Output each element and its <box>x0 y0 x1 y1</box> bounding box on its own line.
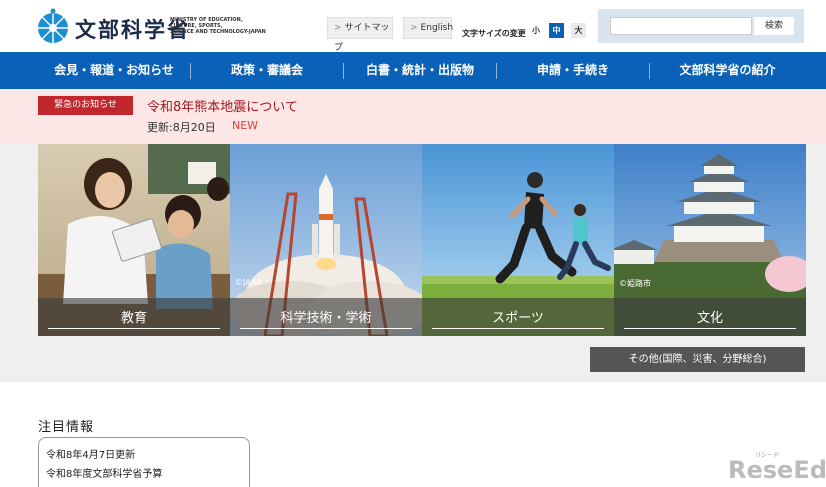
emergency-updated: 更新:8月20日 <box>147 121 216 134</box>
emergency-notice: 緊急のお知らせ 令和8年熊本地震について 更新:8月20日 NEW <box>0 89 826 144</box>
tile-caption: 科学技術・学術 <box>230 298 422 336</box>
caption-underline <box>240 328 412 329</box>
caption-underline <box>48 328 220 329</box>
search-input[interactable] <box>610 17 752 35</box>
nav-item-press[interactable]: 会見・報道・お知らせ <box>38 52 190 89</box>
nav-item-policy[interactable]: 政策・審議会 <box>191 52 343 89</box>
tile-science[interactable]: ©JAXA 科学技術・学術 <box>230 144 422 336</box>
tile-label: 教育 <box>120 311 147 326</box>
attention-updated: 令和8年4月7日更新 <box>46 450 136 461</box>
font-size-label: 文字サイズの変更 <box>462 29 526 38</box>
attention-box: 令和8年4月7日更新 令和8年度文部科学省予算 <box>38 437 250 487</box>
tile-sports[interactable]: スポーツ <box>422 144 614 336</box>
caption-underline <box>432 328 604 329</box>
watermark-text: ReseEd <box>728 456 826 484</box>
font-size-large-button[interactable]: 大 <box>571 23 586 38</box>
caption-underline <box>624 328 796 329</box>
logo-mark-icon <box>38 8 68 43</box>
search-box: 検索 <box>598 9 804 43</box>
search-button[interactable]: 検索 <box>754 17 794 35</box>
tile-culture[interactable]: ©姫路市 文化 <box>614 144 806 336</box>
new-badge: NEW <box>232 119 259 132</box>
english-label: English <box>420 23 454 33</box>
photo-credit: ©JAXA <box>235 278 262 287</box>
attention-heading: 注目情報 <box>38 420 95 435</box>
tile-label: スポーツ <box>492 311 544 326</box>
resee-watermark: リシード ReseEd <box>722 450 826 487</box>
global-nav: 会見・報道・お知らせ 政策・審議会 白書・統計・出版物 申請・手続き 文部科学省… <box>0 52 826 89</box>
tile-label: 科学技術・学術 <box>280 311 372 326</box>
photo-credit: ©姫路市 <box>619 279 651 288</box>
site-header: 文部科学省 MINISTRY OF EDUCATION, CULTURE, SP… <box>0 0 826 53</box>
emergency-badge: 緊急のお知らせ <box>38 96 133 115</box>
sitemap-label: サイトマップ <box>334 23 390 53</box>
other-categories-button[interactable]: その他(国際、災害、分野総合) <box>590 347 805 372</box>
english-button[interactable]: > English <box>403 17 454 39</box>
font-size-small-button[interactable]: 小 <box>530 23 542 38</box>
chevron-right-icon: > <box>334 23 342 33</box>
sitemap-button[interactable]: > サイトマップ <box>327 17 393 53</box>
mext-logo[interactable]: 文部科学省 MINISTRY OF EDUCATION, CULTURE, SP… <box>37 6 267 48</box>
page-root: 文部科学省 MINISTRY OF EDUCATION, CULTURE, SP… <box>0 0 826 487</box>
font-size-medium-button[interactable]: 中 <box>549 23 564 38</box>
tile-education[interactable]: 教育 <box>38 144 230 336</box>
nav-item-publications[interactable]: 白書・統計・出版物 <box>344 52 496 89</box>
emergency-title-link[interactable]: 令和8年熊本地震について <box>147 96 298 115</box>
tile-caption: スポーツ <box>422 298 614 336</box>
attention-link[interactable]: 令和8年度文部科学省予算 <box>46 465 162 480</box>
nav-item-applications[interactable]: 申請・手続き <box>497 52 649 89</box>
nav-item-about[interactable]: 文部科学省の紹介 <box>650 52 805 89</box>
tile-label: 文化 <box>696 311 723 326</box>
tile-caption: 教育 <box>38 298 230 336</box>
logo-en-text: MINISTRY OF EDUCATION, CULTURE, SPORTS, … <box>170 17 266 35</box>
tile-caption: 文化 <box>614 298 806 336</box>
chevron-right-icon: > <box>410 23 418 33</box>
